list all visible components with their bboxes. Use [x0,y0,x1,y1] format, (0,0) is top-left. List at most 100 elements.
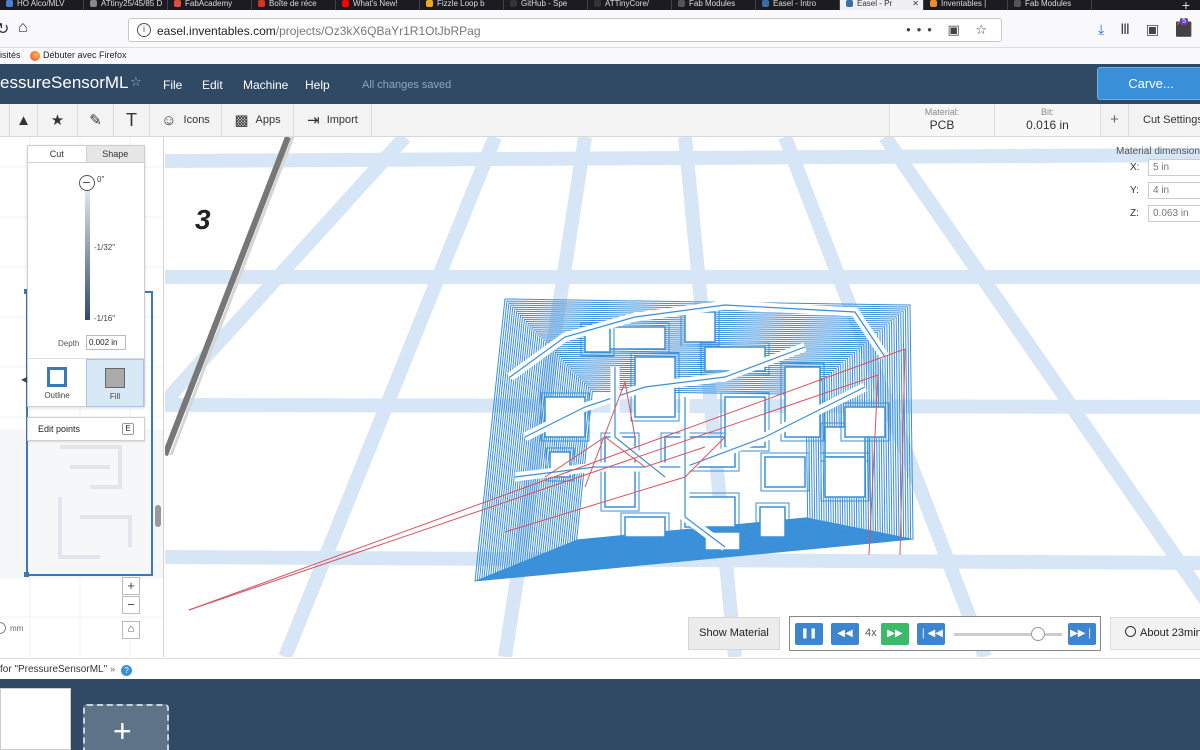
bookmarks-bar: isités Débuter avec Firefox [0,48,1200,64]
outline-mode-button[interactable]: ◀ Outline [21,359,86,407]
browser-tab[interactable]: What's New! [336,0,420,10]
menu-edit[interactable]: Edit [202,78,223,92]
playback-scrubber[interactable] [954,633,1062,636]
browser-tab[interactable]: FabAcademy [168,0,252,10]
toolbar-icons: ⤓ Ⅲ ▣ ⬛ 5 [1098,18,1193,38]
tab-favicon-icon [678,0,685,7]
tool-partial[interactable] [0,104,10,136]
new-tab-button[interactable]: + [1182,0,1190,10]
tab-cut[interactable]: Cut [28,146,86,162]
downloads-icon[interactable]: ⤓ [1098,21,1104,38]
fast-forward-button[interactable]: ▶▶ [881,623,909,645]
tab-label: Easel - Pr [857,0,893,8]
browser-tab[interactable]: Inventables | [924,0,1008,10]
material-selector[interactable]: Material: PCB [889,104,994,136]
browser-tab[interactable]: ATTinyCore/ [588,0,672,10]
tab-favicon-icon [426,0,433,7]
help-icon[interactable]: ? [121,665,133,676]
project-title[interactable]: essureSensorML [0,73,129,93]
trace-island [624,516,666,538]
bookmark-getting-started[interactable]: Débuter avec Firefox [30,50,127,61]
depth-slider-track[interactable] [85,184,90,320]
reload-icon[interactable]: ↻ [0,19,9,39]
add-design-button[interactable]: + [83,704,169,750]
add-bit-button[interactable]: + [1100,104,1128,136]
home-icon[interactable]: ⌂ [18,19,28,37]
bit-selector[interactable]: Bit: 0.016 in [994,104,1100,136]
sidebar-icon[interactable]: ▣ [1146,21,1159,38]
fill-mode-button[interactable]: Fill [86,359,144,407]
bookmark-visited[interactable]: isités [0,50,21,60]
import-tool[interactable]: ⇥ Import [294,104,372,136]
tab-favicon-icon [510,0,517,7]
material-value: PCB [929,118,955,132]
zoom-in-button[interactable]: + [122,577,140,595]
triangle-tool[interactable]: ▲ [10,104,38,136]
smiley-icon: ☺ [161,111,177,129]
design-thumbnails: + [0,679,1200,750]
dim-z-input[interactable]: 0.063 in [1148,205,1200,222]
star-tool[interactable]: ★ [38,104,78,136]
carve-preview[interactable]: 3 [165,137,1200,657]
unit-mm-label[interactable]: mm [10,624,23,633]
menu-machine[interactable]: Machine [243,78,288,92]
url-actions-icons[interactable]: ••• ▣ ☆ [906,22,993,38]
apps-tool[interactable]: ▩ Apps [222,104,294,136]
pause-button[interactable]: ❚❚ [795,623,823,645]
carve-button[interactable]: Carve... [1097,67,1200,100]
extension-icon[interactable]: ⬛ 5 [1175,18,1193,38]
depth-label: Depth [58,339,80,348]
browser-tab[interactable]: Fab Modules [1008,0,1092,10]
rewind-button[interactable]: ◀◀ [831,623,859,645]
icons-tool[interactable]: ☺ Icons [150,104,222,136]
tab-close-icon[interactable]: ✕ [912,0,919,8]
axis-marker: 3 [195,204,211,235]
browser-tab[interactable]: Boîte de réce [252,0,336,10]
dim-y-input[interactable]: 4 in [1148,182,1200,199]
workspace-dropdown[interactable]: for "PressureSensorML"»? [0,659,133,680]
tab-shape[interactable]: Shape [85,146,144,162]
skip-to-start-button[interactable]: ❘◀◀ [917,623,945,645]
menu-help[interactable]: Help [305,78,330,92]
playback-controls: ❚❚ ◀◀ 4x ▶▶ ❘◀◀ ▶▶❘ [789,616,1101,651]
browser-tab[interactable]: ATtiny25/45/85 D [84,0,168,10]
tab-favicon-icon [846,0,853,7]
tab-label: Fizzle Loop b [437,0,485,8]
browser-tab[interactable]: HO Alco/MLV [0,0,84,10]
material-label: Material: [924,107,960,117]
scrollbar[interactable] [155,505,161,527]
skip-to-end-button[interactable]: ▶▶❘ [1068,623,1096,645]
dim-x-input[interactable]: 5 in [1148,159,1200,176]
save-status: All changes saved [362,79,452,91]
browser-tab[interactable]: Fab Modules [672,0,756,10]
depth-slider-knob[interactable] [79,175,95,191]
browser-tab[interactable]: Fizzle Loop b [420,0,504,10]
browser-tab[interactable]: Easel - Intro [756,0,840,10]
dim-y-label: Y: [1130,185,1139,196]
text-icon: T [126,109,137,130]
cut-settings-button[interactable]: Cut Settings [1128,104,1200,136]
edit-points-button[interactable]: Edit points E [27,417,145,441]
text-tool[interactable]: T [114,104,150,136]
design-thumbnail[interactable] [0,688,71,750]
menu-file[interactable]: File [163,78,182,92]
site-info-icon[interactable]: i [137,23,151,37]
tab-favicon-icon [762,0,769,7]
browser-tab[interactable]: Easel - Pr ✕ [840,0,924,10]
plus-icon: + [113,713,132,749]
playback-scrubber-knob[interactable] [1031,627,1046,641]
favorite-star-icon[interactable]: ☆ [130,74,142,90]
browser-tab[interactable]: GitHub - Spe [504,0,588,10]
url-bar[interactable]: i easel.inventables.com/projects/Oz3kX6Q… [128,18,1002,42]
show-material-button[interactable]: Show Material [688,617,780,650]
outline-icon [47,367,67,387]
zoom-out-button[interactable]: − [122,596,140,614]
home-view-button[interactable]: ⌂ [122,621,140,639]
browser-tab-strip: HO Alco/MLV ATtiny25/45/85 D FabAcademy Boî… [0,0,1200,10]
preview-3d-view[interactable]: 3 [165,137,1200,657]
tab-favicon-icon [258,0,265,7]
depth-input[interactable]: 0.002 in [86,335,126,350]
chevron-icon: » [110,664,116,674]
pen-tool[interactable]: ✎ [78,104,114,136]
library-icon[interactable]: Ⅲ [1120,21,1130,38]
